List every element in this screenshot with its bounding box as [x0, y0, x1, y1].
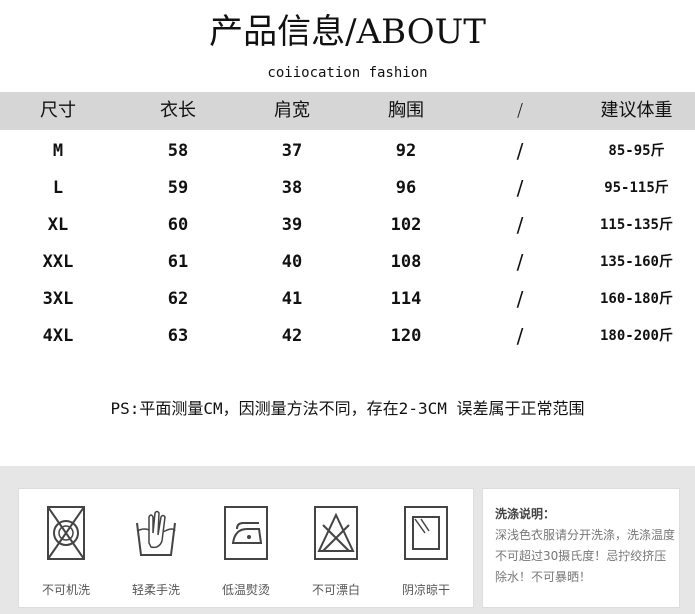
care-instructions-panel: 洗涤说明： 深浅色衣服请分开洗涤，洗涤温度不可超过30摄氏度！忌拧绞挤压除水！不…	[482, 488, 680, 608]
cell-weight: 95-115斤	[604, 180, 669, 196]
cell-weight: 180-200斤	[599, 328, 673, 344]
header-slash: /	[516, 100, 524, 121]
care-label: 不可机洗	[41, 583, 90, 597]
care-instructions-text: 深浅色衣服请分开洗涤，洗涤温度不可超过30摄氏度！忌拧绞挤压除水！不可暴晒！	[495, 528, 676, 584]
cell-length: 60	[167, 215, 189, 235]
header-chest: 胸围	[388, 100, 424, 121]
cell-shoulder: 38	[281, 178, 303, 198]
table-row: 4XL 63 42 120 / 180-200斤	[0, 321, 695, 351]
table-row: M 58 37 92 / 85-95斤	[0, 136, 695, 166]
header-weight: 建议体重	[600, 100, 673, 121]
table-row: 3XL 62 41 114 / 160-180斤	[0, 284, 695, 314]
cell-chest: 102	[390, 215, 422, 235]
cell-chest: 108	[390, 252, 422, 272]
care-label: 阴凉晾干	[401, 583, 450, 597]
cell-weight: 85-95斤	[608, 143, 665, 159]
cell-chest: 96	[395, 178, 417, 198]
cell-size: L	[52, 178, 64, 198]
cell-length: 61	[167, 252, 189, 272]
cell-length: 59	[167, 178, 189, 198]
cell-chest: 120	[390, 326, 422, 346]
header-length: 衣长	[160, 100, 196, 121]
cell-weight: 160-180斤	[599, 291, 673, 307]
care-item: 不可机洗	[29, 503, 103, 603]
cell-shoulder: 39	[281, 215, 303, 235]
cell-weight: 115-135斤	[599, 217, 673, 233]
care-icons-panel: 不可机洗 轻柔手洗 低温熨烫 不可漂白 阴凉晾干	[18, 488, 474, 608]
cell-chest: 114	[390, 289, 422, 309]
low-iron-icon	[224, 506, 268, 560]
header-size: 尺寸	[40, 100, 76, 121]
cell-size: 4XL	[42, 326, 74, 346]
no-machine-wash-icon	[47, 506, 85, 560]
cell-size: 3XL	[42, 289, 74, 309]
cell-size: XL	[47, 215, 69, 235]
page-title: 产品信息/ABOUT	[209, 12, 486, 52]
care-item: 阴凉晾干	[389, 503, 463, 603]
table-row: XXL 61 40 108 / 135-160斤	[0, 247, 695, 277]
cell-slash: /	[516, 250, 524, 274]
cell-shoulder: 41	[281, 289, 303, 309]
gentle-hand-wash-icon	[136, 510, 176, 556]
cell-chest: 92	[395, 141, 417, 161]
cell-size: M	[52, 141, 64, 161]
care-label: 轻柔手洗	[131, 583, 180, 597]
cell-slash: /	[516, 213, 524, 237]
table-row: XL 60 39 102 / 115-135斤	[0, 210, 695, 240]
cell-shoulder: 40	[281, 252, 303, 272]
care-item: 轻柔手洗	[119, 503, 193, 603]
cell-size: XXL	[42, 252, 74, 272]
table-header-row: 尺寸 衣长 肩宽 胸围 / 建议体重	[0, 92, 695, 122]
cell-weight: 135-160斤	[599, 254, 673, 270]
cell-slash: /	[516, 139, 524, 163]
cell-shoulder: 42	[281, 326, 303, 346]
cell-length: 63	[167, 326, 189, 346]
care-instructions-title: 洗涤说明：	[495, 507, 556, 521]
cell-length: 58	[167, 141, 189, 161]
dry-in-shade-icon	[404, 506, 448, 560]
care-label: 低温熨烫	[221, 583, 270, 597]
care-label: 不可漂白	[311, 583, 360, 597]
measurement-note: PS:平面测量CM，因测量方法不同，存在2-3CM 误差属于正常范围	[110, 399, 585, 418]
cell-length: 62	[167, 289, 189, 309]
no-bleach-icon	[314, 506, 358, 560]
table-row: L 59 38 96 / 95-115斤	[0, 173, 695, 203]
cell-slash: /	[516, 287, 524, 311]
header-shoulder: 肩宽	[274, 100, 310, 121]
care-item: 不可漂白	[299, 503, 373, 603]
cell-slash: /	[516, 324, 524, 348]
care-item: 低温熨烫	[209, 503, 283, 603]
page-subtitle: coiiocation fashion	[267, 65, 428, 81]
cell-slash: /	[516, 176, 524, 200]
cell-shoulder: 37	[281, 141, 303, 161]
